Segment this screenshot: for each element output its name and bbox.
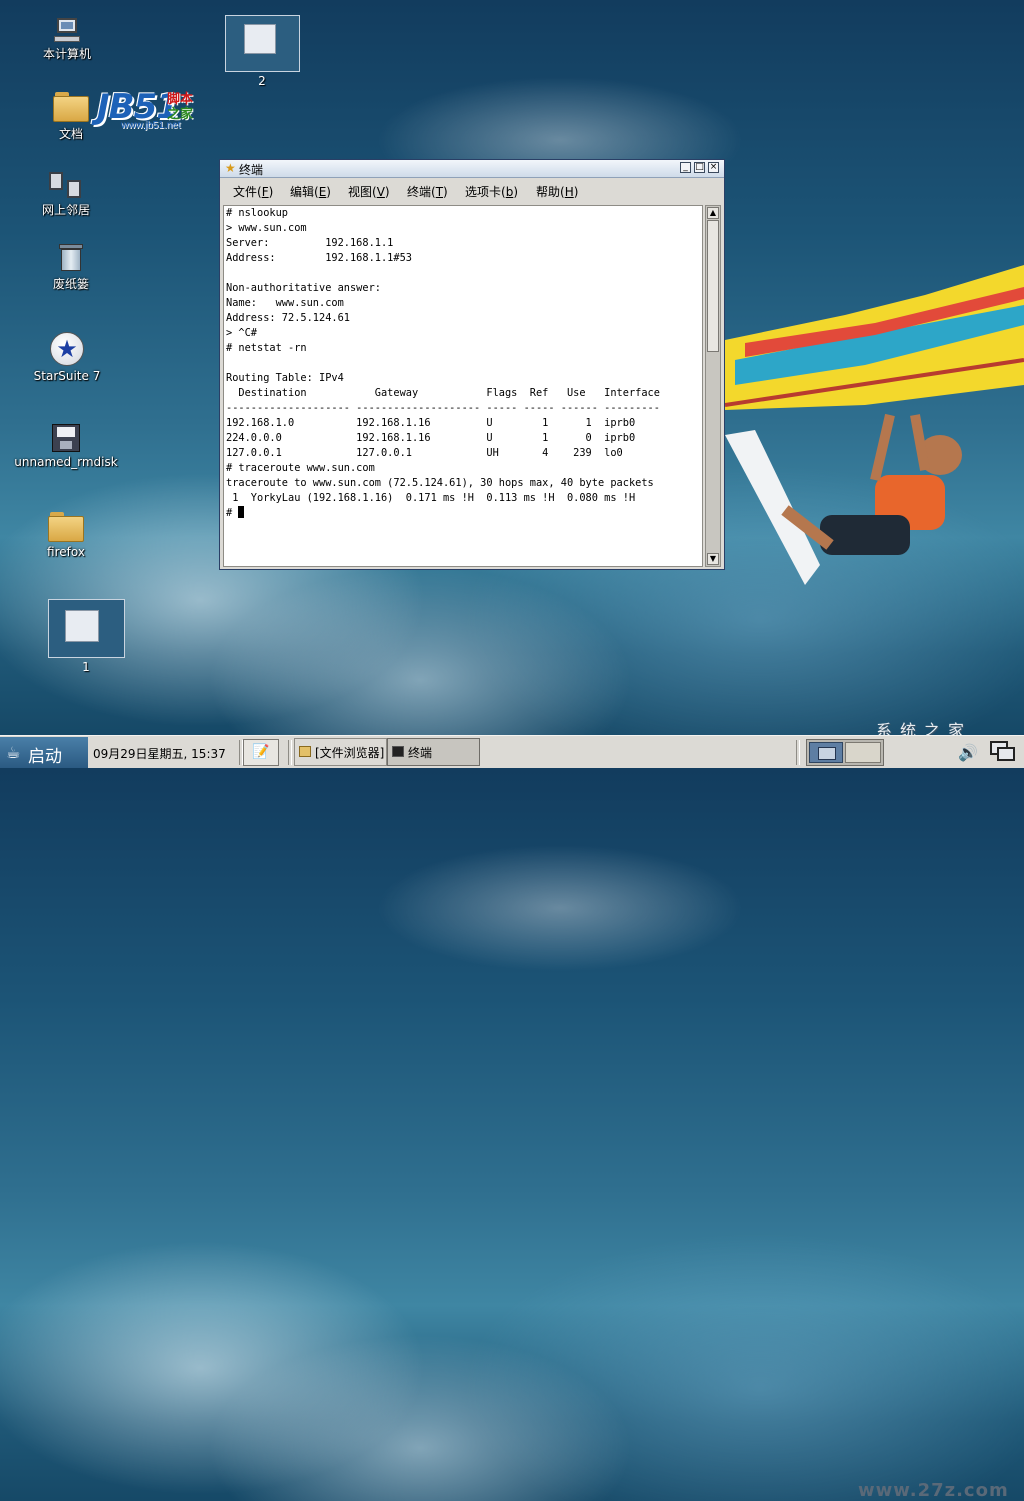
menu-tabs[interactable]: 选项卡(b) [465,183,518,200]
terminal-line: > ^C# [226,327,257,339]
terminal-line: 224.0.0.0 192.168.1.16 U 1 0 iprb0 [226,432,636,444]
workspace-thumbnail-label: 1 [82,660,90,674]
desktop-icon-network[interactable]: 网上邻居 [21,172,111,218]
java-cup-icon: ☕ [6,743,21,762]
folder-icon [299,746,311,757]
scroll-down-arrow-icon[interactable]: ▼ [707,553,719,565]
menu-file[interactable]: 文件(F) [233,183,273,200]
workspace-thumbnail-1[interactable] [48,599,125,658]
network-icon [49,172,83,198]
start-button[interactable]: ☕ 启动 [0,737,88,768]
workspace-2[interactable] [845,742,881,763]
desktop-icon-label: 网上邻居 [41,203,90,217]
notepad-icon: 📝 [252,744,270,760]
task-terminal[interactable]: 终端 [387,738,480,766]
floppy-disk-icon [52,424,80,452]
task-label: 终端 [408,746,433,760]
terminal-line: Address: 192.168.1.1#53 [226,252,412,264]
desktop-icon-label: StarSuite 7 [33,369,101,383]
trash-icon [58,242,84,272]
menu-terminal[interactable]: 终端(T) [407,183,448,200]
terminal-line: 127.0.0.1 127.0.0.1 UH 4 239 lo0 [226,447,623,459]
terminal-window[interactable]: ★ 终端 _ □ × 文件(F) 编辑(E) 视图(V) 终端(T) 选项卡(b… [219,159,725,570]
start-label: 启动 [28,747,62,767]
workspace-1[interactable] [809,742,843,763]
menu-edit[interactable]: 编辑(E) [290,183,331,200]
desktop-icon-label: 废纸篓 [52,277,89,291]
menu-help[interactable]: 帮助(H) [536,183,578,200]
taskbar: ☕ 启动 09月29日星期五, 15:37 📝 [文件浏览器] 终端 www.2… [0,735,1024,1501]
scroll-up-arrow-icon[interactable]: ▲ [707,207,719,219]
text-cursor [238,506,245,518]
menu-view[interactable]: 视图(V) [348,183,390,200]
workspace-pager[interactable] [806,739,884,766]
desktop-icon-rmdisk[interactable]: unnamed_rmdisk [12,424,120,469]
terminal-output[interactable]: # nslookup > www.sun.com Server: 192.168.1… [223,205,703,567]
computer-icon [54,18,80,42]
jb51-logo: JB51 脚本 之家 www.jb51.net [97,87,194,131]
vertical-scrollbar[interactable]: ▲ ▼ [705,205,721,567]
terminal-line: # [226,506,245,521]
desktop-icon-computer[interactable]: 本计算机 [22,18,112,62]
terminal-line: Server: 192.168.1.1 [226,237,394,249]
terminal-line: 1 YorkyLau (192.168.1.16) 0.171 ms !H 0.… [226,492,636,504]
window-title: 终端 [239,163,264,177]
workspace-thumbnail-2[interactable] [225,15,300,72]
star-icon: ★ [225,161,236,175]
desktop-icon-label: firefox [47,545,85,559]
terminal-line: Routing Table: IPv4 [226,372,344,384]
terminal-line: -------------------- -------------------… [226,402,660,414]
taskbar-separator [796,740,800,765]
terminal-line: # traceroute www.sun.com [226,462,375,474]
menu-bar: 文件(F) 编辑(E) 视图(V) 终端(T) 选项卡(b) 帮助(H) [221,178,723,203]
desktop-icon-trash[interactable]: 废纸篓 [26,242,116,292]
desktop-icon-firefox[interactable]: firefox [21,512,111,559]
terminal-icon [392,746,404,757]
close-button[interactable]: × [708,162,719,173]
folder-icon [48,512,84,542]
desktop-icon-label: unnamed_rmdisk [14,455,118,469]
terminal-line: 192.168.1.0 192.168.1.16 U 1 1 iprb0 [226,417,636,429]
workspace-thumbnail-label: 2 [258,74,266,88]
clock[interactable]: 09月29日星期五, 15:37 [93,745,226,762]
terminal-line: Non-authoritative answer: [226,282,381,294]
terminal-line: Name: www.sun.com [226,297,344,309]
terminal-line: Destination Gateway Flags Ref Use Interf… [226,387,660,399]
maximize-button[interactable]: □ [694,162,705,173]
task-label: [文件浏览器] [315,746,385,760]
watermark-url: www.27z.com [858,1480,1009,1501]
terminal-line: Address: 72.5.124.61 [226,312,350,324]
terminal-line: traceroute to www.sun.com (72.5.124.61),… [226,477,654,489]
desktop-icon-starsuite[interactable]: ★ StarSuite 7 [22,332,112,383]
starsuite-icon: ★ [50,332,84,366]
taskbar-separator [288,740,292,765]
notepad-launcher[interactable]: 📝 [243,739,279,766]
minimize-button[interactable]: _ [680,162,691,173]
title-bar[interactable]: ★ 终端 _ □ × [220,160,724,178]
terminal-line: # nslookup [226,207,288,219]
wallpaper-windsurfer [725,265,1024,585]
display-icon[interactable] [990,741,1016,763]
terminal-line: # netstat -rn [226,342,307,354]
speaker-icon[interactable]: 🔊 [958,743,978,762]
folder-icon [53,92,89,122]
desktop-icon-label: 本计算机 [42,47,91,61]
task-file-browser[interactable]: [文件浏览器] [294,738,387,766]
terminal-line: > www.sun.com [226,222,307,234]
scrollbar-thumb[interactable] [707,220,719,352]
